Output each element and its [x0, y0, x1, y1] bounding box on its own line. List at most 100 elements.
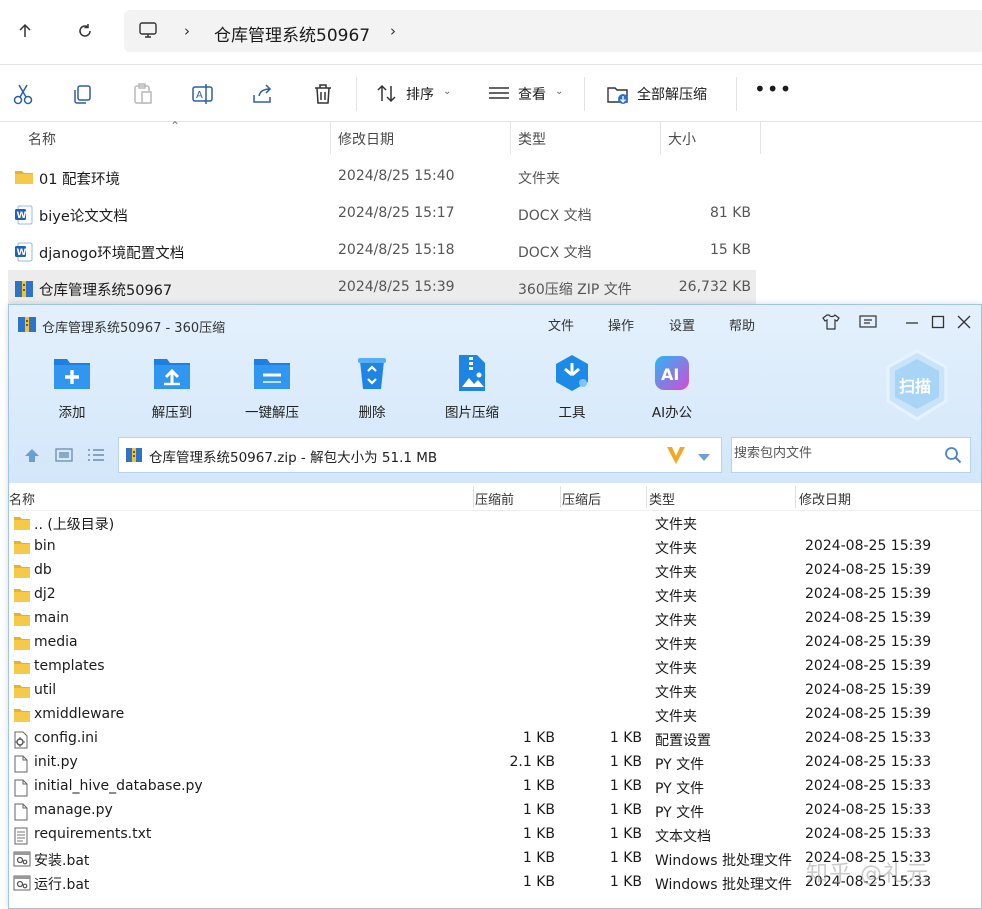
- search-icon[interactable]: [944, 446, 962, 468]
- tools-button[interactable]: 工具: [527, 349, 617, 429]
- chevron-right-icon[interactable]: ›: [390, 22, 396, 40]
- zip-column-modified[interactable]: 修改日期: [799, 489, 851, 508]
- folder-icon: [13, 515, 31, 535]
- ai-office-icon: AI: [652, 353, 692, 393]
- entry-original-size: 1 KB: [522, 778, 555, 794]
- zip-archive-icon: [125, 446, 143, 468]
- extract-folder-icon[interactable]: [605, 81, 631, 107]
- column-name[interactable]: 名称: [28, 129, 56, 149]
- file-row[interactable]: manage.py 1 KB 1 KB PY 文件 2024-08-25 15:33: [9, 799, 981, 823]
- add-button[interactable]: 添加: [27, 349, 117, 429]
- menu-settings[interactable]: 设置: [669, 315, 695, 334]
- column-divider[interactable]: [660, 122, 661, 154]
- image-compress-button[interactable]: 图片压缩: [427, 349, 517, 429]
- column-divider[interactable]: [646, 486, 647, 508]
- menu-help[interactable]: 帮助: [729, 315, 755, 334]
- view-button[interactable]: 查看: [518, 84, 546, 104]
- column-divider[interactable]: [510, 122, 511, 154]
- column-divider[interactable]: [330, 122, 331, 154]
- file-row[interactable]: init.py 2.1 KB 1 KB PY 文件 2024-08-25 15:33: [9, 751, 981, 775]
- column-divider[interactable]: [560, 486, 561, 508]
- extract-to-label: 解压到: [151, 405, 193, 421]
- column-type[interactable]: 类型: [518, 129, 546, 149]
- paste-icon[interactable]: [130, 81, 156, 107]
- chevron-down-icon: ⌄: [443, 86, 452, 97]
- entry-name: requirements.txt: [34, 826, 152, 842]
- file-row[interactable]: 仓库管理系统50967 2024/8/25 15:39 360压缩 ZIP 文件 26…: [8, 270, 756, 307]
- entry-date: 2024-08-25 15:39: [805, 610, 932, 626]
- zip-column-type[interactable]: 类型: [649, 489, 675, 508]
- v-badge-icon[interactable]: [665, 444, 687, 470]
- breadcrumb[interactable]: 仓库管理系统50967: [214, 21, 370, 46]
- zip-column-original-size[interactable]: 压缩前: [475, 489, 514, 508]
- one-click-extract-label: 一键解压: [245, 405, 299, 421]
- entry-type: Windows 批处理文件: [655, 877, 792, 893]
- sort-button[interactable]: 排序: [406, 84, 434, 104]
- entry-original-size: 2.1 KB: [509, 754, 556, 770]
- file-row[interactable]: config.ini 1 KB 1 KB 配置设置 2024-08-25 15:33: [9, 727, 981, 751]
- up-level-icon[interactable]: [23, 447, 41, 467]
- column-size[interactable]: 大小: [668, 129, 696, 149]
- folder-row[interactable]: .. (上级目录) 文件夹: [9, 511, 981, 535]
- list-view-icon[interactable]: [87, 447, 105, 467]
- refresh-icon[interactable]: [70, 16, 100, 46]
- address-bar[interactable]: › 仓库管理系统50967 ›: [124, 10, 982, 52]
- feedback-icon[interactable]: [857, 313, 879, 331]
- entry-name: xmiddleware: [34, 706, 125, 722]
- folder-icon: [13, 683, 31, 703]
- file-row[interactable]: Wdjanogo环境配置文档 2024/8/25 15:18 DOCX 文档 15 K…: [8, 233, 756, 270]
- file-row[interactable]: 01 配套环境 2024/8/25 15:40 文件夹: [8, 159, 756, 196]
- menu-operation[interactable]: 操作: [608, 315, 634, 334]
- dropdown-arrow-icon[interactable]: [697, 451, 711, 467]
- close-icon[interactable]: [953, 313, 975, 331]
- folder-row[interactable]: util 文件夹 2024-08-25 15:39: [9, 679, 981, 703]
- share-icon[interactable]: [250, 81, 276, 107]
- delete-button[interactable]: 删除: [327, 349, 417, 429]
- folder-row[interactable]: db 文件夹 2024-08-25 15:39: [9, 559, 981, 583]
- one-click-extract-button[interactable]: 一键解压: [227, 349, 317, 429]
- file-row[interactable]: Wbiye论文文档 2024/8/25 15:17 DOCX 文档 81 KB: [8, 196, 756, 233]
- ai-office-button[interactable]: AI AI办公: [627, 349, 717, 429]
- column-divider[interactable]: [795, 486, 796, 508]
- scan-button[interactable]: 扫描: [885, 349, 949, 421]
- folder-row[interactable]: media 文件夹 2024-08-25 15:39: [9, 631, 981, 655]
- file-size: 15 KB: [709, 242, 751, 258]
- search-box[interactable]: [731, 437, 971, 473]
- folder-row[interactable]: templates 文件夹 2024-08-25 15:39: [9, 655, 981, 679]
- thumbnail-view-icon[interactable]: [55, 447, 73, 467]
- ai-office-label: AI办公: [651, 405, 693, 421]
- folder-row[interactable]: bin 文件夹 2024-08-25 15:39: [9, 535, 981, 559]
- rename-icon[interactable]: A: [190, 81, 216, 107]
- file-row[interactable]: initial_hive_database.py 1 KB 1 KB PY 文件 202…: [9, 775, 981, 799]
- file-row[interactable]: requirements.txt 1 KB 1 KB 文本文档 2024-08-25 1…: [9, 823, 981, 847]
- delete-icon[interactable]: [310, 81, 336, 107]
- entry-compressed-size: 1 KB: [609, 850, 642, 866]
- column-modified[interactable]: 修改日期: [338, 129, 394, 149]
- copy-icon[interactable]: [70, 81, 96, 107]
- batch-file-icon: [13, 875, 31, 895]
- extract-to-button[interactable]: 解压到: [127, 349, 217, 429]
- view-icon[interactable]: [486, 81, 512, 107]
- folder-row[interactable]: xmiddleware 文件夹 2024-08-25 15:39: [9, 703, 981, 727]
- column-divider[interactable]: [760, 122, 761, 154]
- folder-row[interactable]: main 文件夹 2024-08-25 15:39: [9, 607, 981, 631]
- skin-shirt-icon[interactable]: [820, 313, 842, 331]
- column-divider[interactable]: [473, 486, 474, 508]
- cut-icon[interactable]: [10, 81, 36, 107]
- search-input[interactable]: [734, 446, 934, 461]
- scan-label: 扫描: [899, 377, 932, 396]
- more-options-icon[interactable]: •••: [754, 77, 792, 101]
- menu-file[interactable]: 文件: [548, 315, 574, 334]
- folder-row[interactable]: dj2 文件夹 2024-08-25 15:39: [9, 583, 981, 607]
- entry-type: 文件夹: [655, 709, 697, 725]
- zip-column-compressed-size[interactable]: 压缩后: [562, 489, 601, 508]
- file-type: 文件夹: [518, 171, 560, 187]
- maximize-icon[interactable]: [927, 313, 949, 331]
- archive-path-box[interactable]: 仓库管理系统50967.zip - 解包大小为 51.1 MB: [118, 437, 722, 473]
- zip-column-name[interactable]: 名称: [9, 489, 35, 508]
- sort-icon[interactable]: [374, 81, 400, 107]
- up-arrow-icon[interactable]: [10, 16, 40, 46]
- minimize-icon[interactable]: [901, 313, 923, 331]
- extract-all-button[interactable]: 全部解压缩: [637, 84, 707, 104]
- folder-icon: [13, 587, 31, 607]
